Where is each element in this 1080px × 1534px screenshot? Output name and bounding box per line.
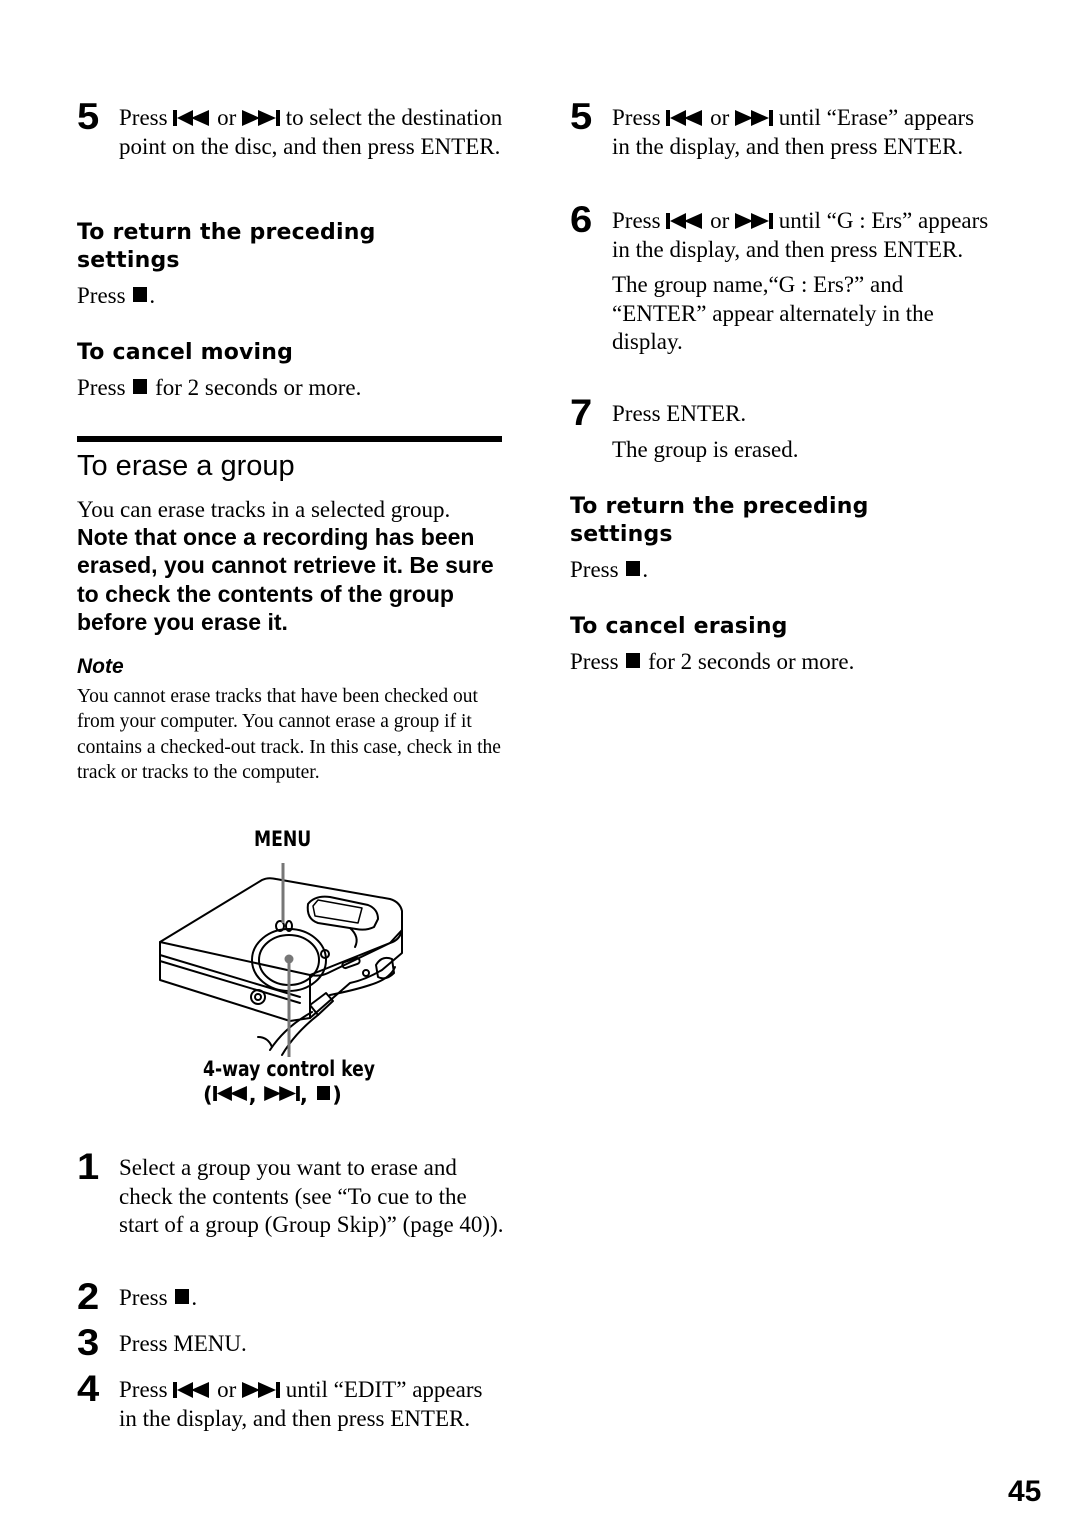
next-track-icon xyxy=(735,213,773,229)
note-title: Note xyxy=(77,655,124,678)
previous-track-icon xyxy=(173,110,211,126)
cancel-erasing-heading: To cancel erasing xyxy=(570,614,788,639)
step-5: 5 Press or until “Erase” appears in the … xyxy=(570,96,975,159)
player-top-face xyxy=(159,877,403,977)
step-number: 6 xyxy=(570,199,593,240)
return-settings-text: Press . xyxy=(570,557,649,582)
cancel-erasing-text: Press for 2 seconds or more. xyxy=(570,649,855,674)
step-number: 2 xyxy=(77,1276,100,1317)
next-track-icon xyxy=(735,110,773,126)
stop-icon xyxy=(133,379,148,395)
cancel-moving-text: Press for 2 seconds or more. xyxy=(77,375,362,400)
return-settings-heading: To return the preceding settings xyxy=(77,220,376,273)
previous-track-icon xyxy=(666,110,704,126)
step-4: 4 Press or until “EDIT” appears in the d… xyxy=(77,1368,483,1431)
step-6: 6 Press or until “G : Ers” appears in th… xyxy=(570,201,1010,357)
section-title: To erase a group xyxy=(77,450,295,482)
stop-icon xyxy=(317,1086,331,1100)
stop-icon xyxy=(175,1289,190,1305)
step-5-move: 5 Press or to select the destination poi… xyxy=(77,96,503,159)
next-track-icon xyxy=(242,110,280,126)
step-number: 7 xyxy=(570,392,593,433)
return-settings-heading: To return the preceding settings xyxy=(570,494,869,547)
page-number: 45 xyxy=(1008,1475,1042,1508)
erase-warning: Note that once a recording has been eras… xyxy=(77,524,494,635)
section-divider xyxy=(77,436,502,442)
stop-icon xyxy=(133,287,148,303)
cable xyxy=(309,992,334,1016)
step-7: 7 Press ENTER. The group is erased. xyxy=(570,394,1010,464)
step-3: 3 Press MENU. xyxy=(77,1322,247,1363)
control-key-functions: (, , ) xyxy=(203,1083,342,1107)
menu-label: MENU xyxy=(254,827,312,851)
return-settings-text: Press . xyxy=(77,283,156,308)
control-key-label: 4-way control key xyxy=(203,1057,375,1081)
step-number: 3 xyxy=(77,1322,100,1363)
next-track-icon xyxy=(264,1086,300,1101)
previous-track-icon xyxy=(666,213,704,229)
previous-track-icon xyxy=(173,1382,211,1398)
previous-track-icon xyxy=(213,1086,249,1101)
step-number: 1 xyxy=(77,1146,100,1187)
cancel-moving-heading: To cancel moving xyxy=(77,340,294,365)
next-track-icon xyxy=(242,1382,280,1398)
md-player-illustration xyxy=(159,863,403,1057)
step-number: 4 xyxy=(77,1368,100,1409)
step-6-result: The group name,“G : Ers?” and “ENTER” ap… xyxy=(612,272,934,354)
step-1: 1 Select a group you want to erase and c… xyxy=(77,1146,504,1237)
step-2: 2 Press . xyxy=(77,1276,198,1317)
stop-icon xyxy=(626,653,641,669)
step-number: 5 xyxy=(570,96,593,137)
step-number: 5 xyxy=(77,96,100,137)
stop-icon xyxy=(626,561,641,577)
section-intro: You can erase tracks in a selected group… xyxy=(77,497,451,522)
step-7-result: The group is erased. xyxy=(612,436,799,462)
note-text: You cannot erase tracks that have been c… xyxy=(77,686,501,783)
